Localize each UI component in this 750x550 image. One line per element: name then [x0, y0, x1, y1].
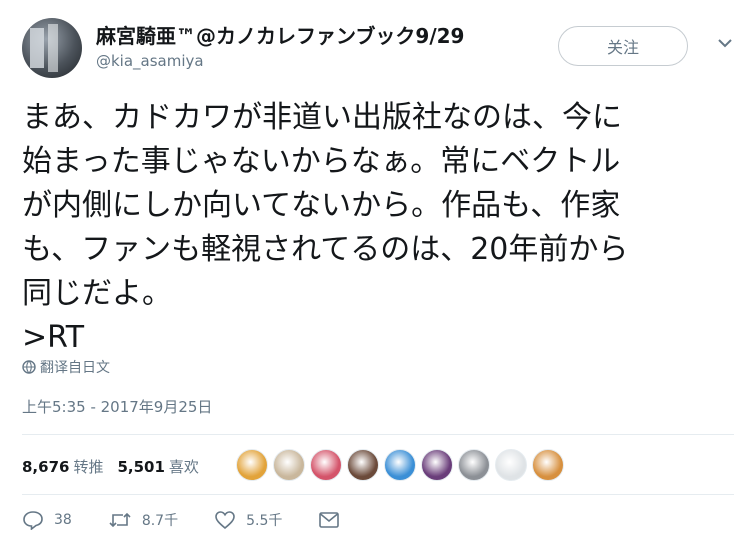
liker-avatar-3[interactable]: [310, 449, 342, 481]
liker-avatar-2[interactable]: [273, 449, 305, 481]
avatar-graphic: [30, 28, 44, 68]
avatar-graphic-2: [48, 24, 58, 72]
translate-label: 翻译自日文: [40, 360, 110, 376]
reply-count: 38: [54, 512, 72, 528]
tweet-timestamp[interactable]: 上午5:35 - 2017年9月25日: [22, 396, 212, 417]
liker-avatar-6[interactable]: [421, 449, 453, 481]
follow-button[interactable]: 关注: [558, 26, 688, 66]
tweet-header: 麻宮騎亜™@カノカレファンブック9/29 @kia_asamiya 关注: [22, 16, 734, 80]
retweet-button[interactable]: 8.7千: [108, 510, 178, 530]
author-display-name[interactable]: 麻宮騎亜™@カノカレファンブック9/29: [96, 20, 464, 49]
reply-icon: [23, 511, 43, 530]
likes-label: 喜欢: [168, 457, 199, 476]
engagement-stats: 8,676 转推 5,501 喜欢: [22, 446, 213, 486]
liker-avatar-1[interactable]: [236, 449, 268, 481]
tweet-actions: 38 8.7千 5.5千: [22, 510, 386, 530]
direct-message-button[interactable]: [318, 511, 350, 529]
retweets-count: 8,676: [22, 457, 70, 476]
author-avatar[interactable]: [22, 18, 82, 78]
tweet-text: まあ、カドカワが非道い出版社なのは、今に 始まった事じゃないからなぁ。常にベクト…: [22, 100, 629, 355]
retweet-count: 8.7千: [141, 513, 179, 529]
envelope-icon: [319, 512, 340, 528]
liker-avatar-9[interactable]: [532, 449, 564, 481]
liker-avatar-8[interactable]: [495, 449, 527, 481]
chevron-down-icon[interactable]: [716, 34, 734, 52]
liker-avatars: [236, 449, 564, 481]
likes-stat[interactable]: 5,501 喜欢: [117, 456, 198, 477]
retweets-stat[interactable]: 8,676 转推: [22, 456, 103, 477]
author-handle[interactable]: @kia_asamiya: [96, 52, 204, 70]
divider: [22, 434, 734, 435]
liker-avatar-4[interactable]: [347, 449, 379, 481]
heart-icon: [215, 511, 235, 530]
retweets-label: 转推: [73, 457, 104, 476]
translate-link[interactable]: 翻译自日文: [22, 357, 110, 377]
liker-avatar-7[interactable]: [458, 449, 490, 481]
like-count: 5.5千: [246, 513, 283, 529]
globe-icon: [22, 360, 36, 374]
retweet-icon: [109, 512, 131, 528]
like-button[interactable]: 5.5千: [214, 510, 282, 530]
reply-button[interactable]: 38: [22, 510, 72, 530]
liker-avatar-5[interactable]: [384, 449, 416, 481]
likes-count: 5,501: [117, 457, 165, 476]
divider: [22, 494, 734, 495]
